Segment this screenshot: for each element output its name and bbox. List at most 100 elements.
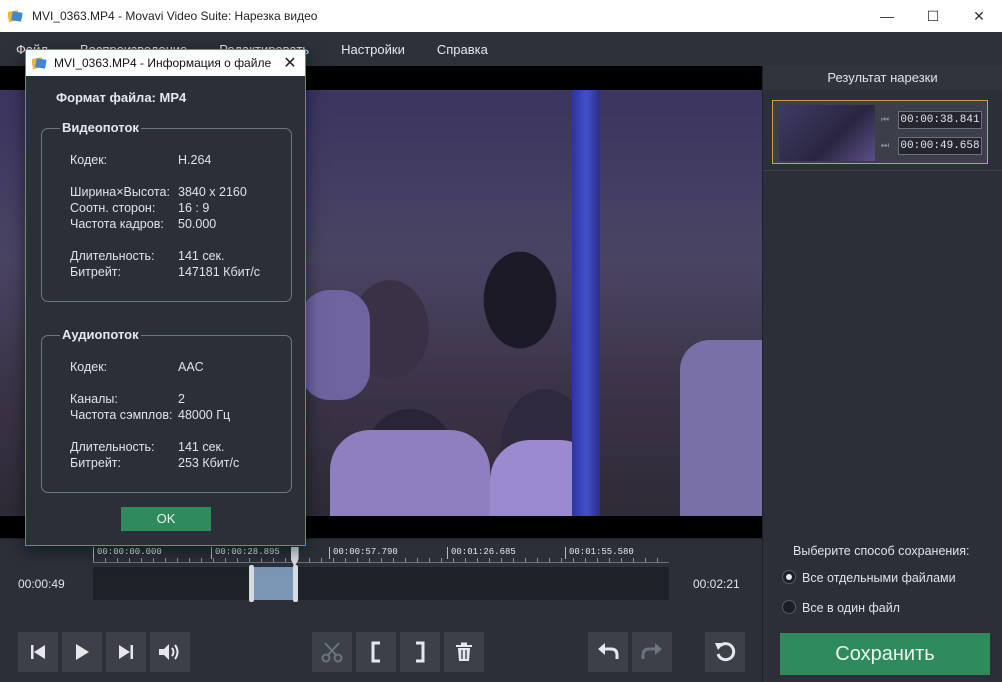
segment-end-handle[interactable] (292, 565, 298, 602)
movavi-logo-icon (32, 57, 47, 70)
ruler-minor-tick (165, 558, 166, 562)
bracket-left-icon (371, 641, 380, 663)
result-clip[interactable]: ⏮ 00:00:38.841 ⏭ 00:00:49.658 (772, 100, 988, 164)
current-time: 00:00:49 (18, 577, 65, 591)
ruler-tick: 00:00:00.000 (93, 547, 162, 559)
video-aspect-row: Соотн. сторон: 16 : 9 (70, 201, 210, 215)
close-button[interactable]: ✕ (956, 0, 1002, 32)
radio-single-file[interactable] (782, 600, 796, 614)
ruler-tick: 00:01:55.580 (565, 547, 634, 559)
window-title-bar: MVI_0363.MP4 - Movavi Video Suite: Нарез… (0, 0, 1002, 32)
ruler-minor-tick (333, 558, 334, 562)
ruler-minor-tick (249, 558, 250, 562)
audio-samplerate-row: Частота сэмплов: 48000 Гц (70, 408, 231, 422)
radio-separate-files-label[interactable]: Все отдельными файлами (802, 571, 956, 585)
maximize-icon: ☐ (926, 7, 940, 24)
next-frame-button[interactable] (106, 632, 146, 672)
ruler-minor-tick (129, 558, 130, 562)
ruler-tick: 00:01:26.685 (447, 547, 516, 559)
ruler-minor-tick (573, 558, 574, 562)
ruler-minor-tick (237, 558, 238, 562)
selected-segment[interactable] (251, 567, 296, 600)
minimize-button[interactable]: — (864, 0, 910, 32)
play-button[interactable] (62, 632, 102, 672)
audio-bitrate-row: Битрейт: 253 Кбит/с (70, 456, 240, 470)
ruler-minor-tick (609, 558, 610, 562)
trash-icon (456, 642, 472, 661)
ruler-minor-tick (417, 558, 418, 562)
video-fps-row: Частота кадров: 50.000 (70, 217, 217, 231)
previous-frame-button[interactable] (18, 632, 58, 672)
ruler-minor-tick (153, 558, 154, 562)
menu-help[interactable]: Справка (421, 42, 504, 57)
bracket-right-icon (416, 641, 425, 663)
ruler-minor-tick (585, 558, 586, 562)
redo-button[interactable] (632, 632, 672, 672)
clip-end-icon: ⏭ (881, 140, 890, 150)
file-format: Формат файла: MP4 (56, 90, 187, 105)
save-button[interactable]: Сохранить (780, 633, 990, 675)
audio-duration-row: Длительность: 141 сек. (70, 440, 225, 454)
ruler-minor-tick (93, 558, 94, 562)
dialog-title: MVI_0363.MP4 - Информация о файле (54, 56, 272, 70)
ruler-minor-tick (393, 558, 394, 562)
video-duration-row: Длительность: 141 сек. (70, 249, 225, 263)
menu-settings[interactable]: Настройки (325, 42, 421, 57)
ruler-minor-tick (537, 558, 538, 562)
video-scene-pole (572, 90, 600, 516)
ok-button[interactable]: OK (121, 507, 211, 531)
ruler-minor-tick (369, 558, 370, 562)
ruler-minor-tick (633, 558, 634, 562)
mark-in-button[interactable] (356, 632, 396, 672)
controls-bar (0, 618, 762, 682)
ruler-minor-tick (141, 558, 142, 562)
video-codec-row: Кодек: H.264 (70, 153, 212, 167)
ruler-minor-tick (213, 558, 214, 562)
ruler-minor-tick (189, 558, 190, 562)
timeline-ruler[interactable]: 00:00:00.000 00:00:28.895 00:00:57.790 0… (93, 547, 669, 563)
clip-end-time[interactable]: 00:00:49.658 (898, 137, 982, 155)
window-title: MVI_0363.MP4 - Movavi Video Suite: Нарез… (32, 9, 318, 23)
video-bitrate-row: Битрейт: 147181 Кбит/с (70, 265, 261, 279)
audio-stream-heading: Аудиопоток (60, 327, 141, 342)
radio-single-file-label[interactable]: Все в один файл (802, 601, 900, 615)
ruler-tick: 00:00:57.790 (329, 547, 398, 559)
redo-icon (641, 643, 662, 659)
ruler-minor-tick (621, 558, 622, 562)
ruler-minor-tick (429, 558, 430, 562)
ruler-minor-tick (177, 558, 178, 562)
undo-icon (598, 643, 619, 659)
playhead[interactable] (290, 547, 299, 567)
timeline-track[interactable] (93, 547, 669, 602)
volume-button[interactable] (150, 632, 190, 672)
close-icon: ✕ (973, 7, 985, 24)
movavi-logo-icon (8, 10, 23, 23)
ruler-minor-tick (117, 558, 118, 562)
video-scene-shape (680, 340, 762, 516)
scissors-icon (321, 642, 343, 663)
delete-button[interactable] (444, 632, 484, 672)
undo-button[interactable] (588, 632, 628, 672)
cut-button[interactable] (312, 632, 352, 672)
mark-out-button[interactable] (400, 632, 440, 672)
ruler-minor-tick (381, 558, 382, 562)
clip-thumbnail (779, 105, 875, 161)
segment-start-handle[interactable] (249, 565, 255, 602)
clip-start-icon: ⏮ (881, 114, 890, 124)
total-time: 00:02:21 (693, 577, 740, 591)
dialog-close-icon[interactable]: ✕ (275, 53, 305, 73)
skip-forward-icon (119, 645, 133, 659)
reset-button[interactable] (705, 632, 745, 672)
ruler-minor-tick (453, 558, 454, 562)
maximize-button[interactable]: ☐ (910, 0, 956, 32)
radio-separate-files[interactable] (782, 570, 796, 584)
video-size-row: Ширина×Высота: 3840 x 2160 (70, 185, 247, 199)
video-scene-shape (300, 290, 370, 400)
result-panel: Результат нарезки ⏮ 00:00:38.841 ⏭ 00:00… (762, 66, 1002, 538)
ruler-minor-tick (645, 558, 646, 562)
ruler-minor-tick (441, 558, 442, 562)
ruler-minor-tick (525, 558, 526, 562)
timeline: 00:00:49 00:00:00.000 00:00:28.895 00:00… (0, 538, 762, 618)
ruler-tick: 00:00:28.895 (211, 547, 280, 559)
clip-start-time[interactable]: 00:00:38.841 (898, 111, 982, 129)
